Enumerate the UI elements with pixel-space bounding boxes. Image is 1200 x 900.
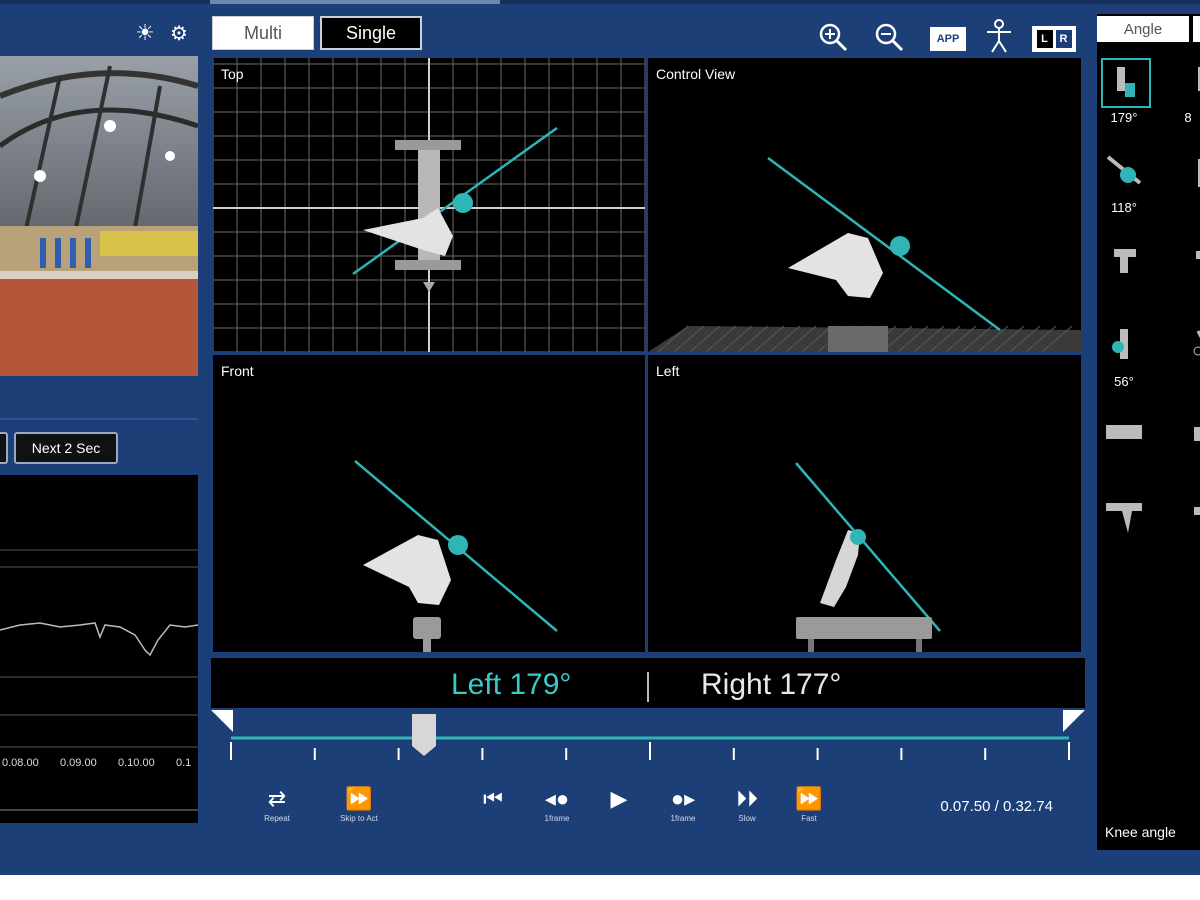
angle-graph: 0.08.00 0.09.00 0.10.00 0.1 <box>0 475 199 823</box>
angle-thumb-partial-6[interactable] <box>1177 492 1200 538</box>
previous-button-partial[interactable] <box>0 432 8 464</box>
playback-controls: ⇄ Repeat ⏩ Skip to Act ⏮ ◂● 1frame ▶ ●▸ … <box>211 768 1085 848</box>
left-right-toggle[interactable]: L R <box>1032 26 1076 52</box>
angle-thumb-knee[interactable] <box>1101 58 1151 108</box>
playback-time: 0.07.50 / 0.32.74 <box>940 798 1053 815</box>
fast-label: Fast <box>801 814 817 823</box>
top-view-label: Top <box>221 66 244 82</box>
previous-frame-label: 1frame <box>544 814 570 823</box>
angle-thumb-hip[interactable] <box>1101 150 1147 196</box>
end-marker[interactable] <box>1063 710 1085 732</box>
top-border-highlight <box>210 0 500 4</box>
left-side-view[interactable]: Left <box>648 355 1081 652</box>
multi-view-tab[interactable]: Multi <box>212 16 314 50</box>
start-marker[interactable] <box>211 710 233 732</box>
angle-value: 118° <box>1111 200 1137 215</box>
top-border <box>0 0 1200 4</box>
gym-video-frame <box>0 56 198 376</box>
left-side-view-canvas <box>795 462 941 652</box>
readout-separator <box>647 672 649 702</box>
left-control-bar: Next 2 Sec <box>0 418 198 472</box>
skip-to-act-icon: ⏩ <box>345 786 373 811</box>
slow-motion-icon: ⏵⏵ <box>735 786 758 811</box>
play-icon: ▶ <box>610 786 628 811</box>
settings-gear-icon[interactable]: ⚙ <box>166 20 192 46</box>
angle-thumb-beam[interactable] <box>1101 492 1147 538</box>
front-view-canvas <box>354 460 558 652</box>
time-tick-label: 0.10.00 <box>118 757 155 769</box>
angle-thumb-shoulder[interactable] <box>1101 322 1147 368</box>
angle-thumb-partial-2[interactable] <box>1177 150 1200 196</box>
next-frame-button[interactable]: ●▸ 1frame <box>653 786 713 823</box>
top-view-canvas <box>213 58 645 352</box>
angle-value: 56° <box>1114 374 1134 389</box>
skip-to-act-label: Skip to Act <box>340 814 378 823</box>
time-tick-label: 0.1 <box>176 757 192 769</box>
right-side-option[interactable]: R <box>1055 30 1072 48</box>
step-back-icon: ◂● <box>544 786 570 811</box>
time-tick-label: 0.09.00 <box>60 757 97 769</box>
time-tick-label: 0.08.00 <box>2 757 39 769</box>
app-button[interactable]: APP <box>930 27 966 51</box>
front-view-label: Front <box>221 363 254 379</box>
angle-thumb-partial-4[interactable] <box>1177 322 1200 368</box>
video-preview <box>0 56 198 376</box>
zoom-out-icon[interactable] <box>872 20 906 54</box>
playhead-handle[interactable] <box>411 714 436 756</box>
angle-thumb-partial-5[interactable] <box>1177 410 1200 456</box>
step-forward-icon: ●▸ <box>670 786 696 811</box>
angle-tab[interactable]: Angle <box>1097 16 1189 42</box>
angle-thumb-partial[interactable] <box>1177 58 1200 104</box>
control-view-canvas <box>648 156 1081 352</box>
repeat-button[interactable]: ⇄ Repeat <box>247 786 307 823</box>
zoom-in-icon[interactable] <box>816 20 850 54</box>
go-to-start-button[interactable]: ⏮ <box>463 786 523 812</box>
skip-to-act-button[interactable]: ⏩ Skip to Act <box>329 786 389 823</box>
next-2-sec-button[interactable]: Next 2 Sec <box>14 432 118 464</box>
app-window: ☀ ⚙ Next 2 Sec 0.08.00 0.09.00 0.10.00 0… <box>0 0 1200 875</box>
multi-view-grid: Top Control View Front Left <box>211 56 1081 652</box>
single-view-tab[interactable]: Single <box>320 16 422 50</box>
skip-back-icon: ⏮ <box>483 786 503 811</box>
brightness-icon[interactable]: ☀ <box>132 20 158 46</box>
angle-thumb-arms[interactable] <box>1101 236 1147 282</box>
repeat-label: Repeat <box>264 814 290 823</box>
angle-panel: Angle 179° 8 118° 56° Knee angle <box>1097 14 1200 850</box>
slow-button[interactable]: ⏵⏵ Slow <box>717 786 777 823</box>
previous-frame-button[interactable]: ◂● 1frame <box>527 786 587 823</box>
play-button[interactable]: ▶ <box>589 786 649 812</box>
control-view[interactable]: Control View <box>648 58 1081 352</box>
angle-readout: Left 179° Right 177° <box>211 658 1085 708</box>
angle-thumb-partial-3[interactable] <box>1177 236 1200 282</box>
left-angle-value: Left 179° <box>451 668 572 701</box>
fast-forward-icon: ⏩ <box>795 786 823 811</box>
top-view[interactable]: Top <box>213 58 645 352</box>
front-view[interactable]: Front <box>213 355 645 652</box>
angle-thumb-body[interactable] <box>1101 410 1147 456</box>
slow-label: Slow <box>738 814 756 823</box>
right-angle-value: Right 177° <box>701 668 842 701</box>
human-figure-icon[interactable] <box>982 18 1016 54</box>
angle-value: 179° <box>1110 110 1138 125</box>
angle-value-partial: 8 <box>1184 110 1192 125</box>
knee-angle-label: Knee angle <box>1105 824 1176 840</box>
next-frame-label: 1frame <box>670 814 696 823</box>
next-tab-partial[interactable] <box>1193 16 1200 42</box>
control-view-label: Control View <box>656 66 736 82</box>
left-view-label: Left <box>656 363 680 379</box>
angle-graph-canvas <box>0 549 199 811</box>
fast-button[interactable]: ⏩ Fast <box>779 786 839 823</box>
repeat-icon: ⇄ <box>267 786 287 811</box>
left-side-option[interactable]: L <box>1036 30 1053 48</box>
timeline-canvas <box>211 710 1085 760</box>
timeline-scrubber[interactable] <box>211 708 1085 768</box>
